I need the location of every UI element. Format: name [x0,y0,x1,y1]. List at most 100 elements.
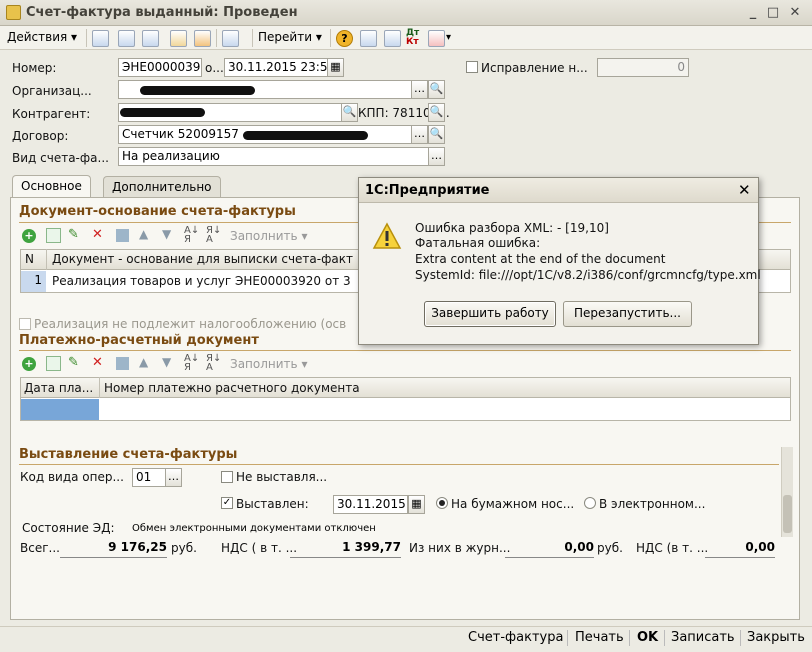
sort-desc-icon[interactable]: Я↓ А [206,226,221,245]
select-button[interactable]: … [411,125,428,144]
close-window-button[interactable]: ✕ [786,4,804,21]
sort-asc-icon[interactable]: А↓ Я [184,226,199,245]
selected-cell[interactable] [21,399,99,420]
separator [567,630,568,646]
move-down-icon[interactable]: ▼ [162,355,171,369]
calendar-icon[interactable]: ▦ [327,58,344,77]
move-up-icon[interactable]: ▲ [139,227,148,241]
chevron-down-icon[interactable]: ▾ [446,32,451,43]
print-button[interactable]: Печать [575,630,624,645]
dialog-close-icon[interactable]: ✕ [738,181,751,199]
number-field[interactable]: ЭНЕ00000392 [118,58,202,77]
fill-payment-label: Заполнить [230,357,298,371]
invoice-print-button[interactable]: Счет-фактура [468,630,563,645]
move-down-icon[interactable]: ▼ [162,227,171,241]
basis-col-doc: Документ - основание для выписки счета-ф… [52,252,353,266]
ok-button[interactable]: OK [637,630,658,645]
search-icon[interactable]: 🔍 [341,103,358,122]
save-button[interactable]: Записать [671,630,735,645]
dt-kt-icon[interactable]: Дт Кт [406,29,419,47]
basis-row-doc[interactable]: Реализация товаров и услуг ЭНЕ00003920 о… [52,274,351,288]
post-icon[interactable] [92,30,109,47]
fill-basis-button[interactable]: Заполнить ▾ [230,229,307,243]
edit-icon[interactable]: ✎ [68,355,79,370]
xml-icon[interactable] [428,30,445,47]
goto-menu[interactable]: Перейти ▾ [258,30,322,44]
select-button[interactable]: … [428,147,445,166]
search-icon[interactable]: 🔍 [428,80,445,99]
create-based-icon[interactable] [222,30,239,47]
issued-label: Выставлен: [236,497,309,511]
correction-number-field[interactable]: 0 [597,58,689,77]
number-label: Номер: [12,61,57,75]
separator [330,29,331,47]
journal-currency: руб. [597,541,623,555]
report-icon[interactable] [384,30,401,47]
end-edit-icon[interactable] [116,229,129,242]
separator [216,29,217,47]
redacted-mark [243,131,368,140]
electronic-radio[interactable] [584,497,596,509]
row-number-cell: 1 [21,271,46,292]
payment-section-title: Платежно-расчетный документ [19,333,259,348]
divider [19,464,779,465]
tab-main[interactable]: Основное [12,175,91,199]
actions-menu[interactable]: Действия ▾ [7,30,77,44]
dialog-line2: Фатальная ошибка: [415,236,541,250]
correction-checkbox[interactable] [466,61,478,73]
journal-value: 0,00 [505,540,594,558]
scrollbar[interactable] [781,447,793,537]
basis-col-num: N [25,252,34,266]
movements-icon[interactable] [194,30,211,47]
divider [19,350,791,351]
no-tax-checkbox[interactable] [19,318,31,330]
list-icon[interactable] [360,30,377,47]
separator [629,630,630,646]
issued-date-field[interactable]: 30.11.2015 [333,495,408,514]
quit-button[interactable]: Завершить работу [424,301,556,327]
fill-payment-button[interactable]: Заполнить ▾ [230,357,307,371]
add-row-icon[interactable]: + [22,357,36,371]
electronic-label: В электронном... [599,497,706,511]
kind-field[interactable]: На реализацию [118,147,430,166]
minimize-button[interactable]: _ [744,4,762,21]
copy-row-icon[interactable] [46,228,61,243]
restart-button[interactable]: Перезапустить... [563,301,692,327]
dialog-line4: SystemId: file:///opt/1C/v8.2/i386/conf/… [415,268,761,282]
add-row-icon[interactable]: + [22,229,36,243]
search-icon[interactable]: 🔍 [428,103,445,122]
tab-extra[interactable]: Дополнительно [103,176,221,198]
paper-radio[interactable] [436,497,448,509]
close-button[interactable]: Закрыть [747,630,805,645]
op-code-field[interactable]: 01 [132,468,166,487]
structure-icon[interactable] [170,30,187,47]
issue-section-title: Выставление счета-фактуры [19,447,238,462]
sort-desc-icon[interactable]: Я↓ А [206,354,221,373]
vat2-value: 0,00 [705,540,775,558]
separator [86,29,87,47]
search-icon[interactable]: 🔍 [428,125,445,144]
edit-icon[interactable]: ✎ [68,227,79,242]
calendar-icon[interactable]: ▦ [408,495,425,514]
fill-basis-label: Заполнить [230,229,298,243]
issued-checkbox[interactable]: ✓ [221,497,233,509]
maximize-button[interactable]: □ [764,4,782,21]
delete-icon[interactable]: ✕ [92,227,103,242]
select-button[interactable]: … [411,80,428,99]
copy-icon[interactable] [142,30,159,47]
help-icon[interactable]: ? [336,30,353,47]
end-edit-icon[interactable] [116,357,129,370]
date-field[interactable]: 30.11.2015 23:59:59 [224,58,328,77]
scrollbar-thumb[interactable] [783,495,792,533]
table-row[interactable] [20,398,791,421]
move-up-icon[interactable]: ▲ [139,355,148,369]
document-icon [6,5,21,20]
copy-row-icon[interactable] [46,356,61,371]
delete-icon[interactable]: ✕ [92,355,103,370]
sort-asc-icon[interactable]: А↓ Я [184,354,199,373]
vat2-label: НДС (в т. ... [636,541,709,555]
not-issued-checkbox[interactable] [221,471,233,483]
journal-label: Из них в журн... [409,541,511,555]
select-button[interactable]: … [165,468,182,487]
refresh-icon[interactable] [118,30,135,47]
